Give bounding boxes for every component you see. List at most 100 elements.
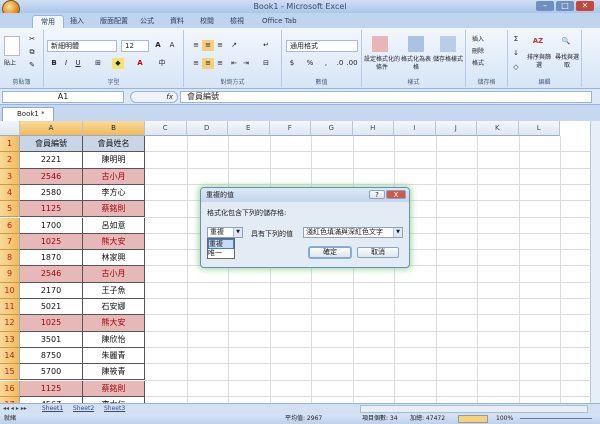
italic-icon[interactable]: I bbox=[60, 58, 72, 69]
cell-member-id[interactable]: 1870 bbox=[20, 250, 83, 267]
cancel-button[interactable]: 取消 bbox=[357, 247, 399, 258]
cell-member-id[interactable]: 5021 bbox=[20, 299, 83, 316]
cell-member-name[interactable]: 古小月 bbox=[83, 168, 145, 185]
font-size-select[interactable]: 12 bbox=[121, 40, 149, 52]
comma-icon[interactable]: , bbox=[320, 58, 332, 69]
sort-filter-button[interactable]: 排序與篩選 bbox=[526, 54, 552, 70]
find-select-button[interactable]: 尋找與選取 bbox=[554, 54, 580, 70]
ok-button[interactable]: 確定 bbox=[309, 247, 351, 258]
formula-input[interactable]: 會員編號 bbox=[180, 91, 592, 103]
tab-1[interactable]: 插入 bbox=[62, 15, 92, 28]
workbook-tab[interactable]: Book1 * bbox=[2, 107, 54, 121]
insert-button[interactable]: 插入 bbox=[472, 36, 484, 44]
sheet-nav-arrows[interactable]: ◂◂ ◂ ▸ ▸▸ bbox=[3, 404, 27, 414]
align-center-icon[interactable]: ≡ bbox=[202, 58, 214, 69]
row-header[interactable]: 16 bbox=[0, 380, 20, 397]
cell-member-name[interactable]: 李方心 bbox=[83, 184, 145, 202]
cell-member-name[interactable]: 呂如意 bbox=[83, 217, 145, 234]
tab-6[interactable]: 檢視 bbox=[222, 15, 252, 28]
cell-member-name[interactable]: 蔡銘則 bbox=[83, 201, 145, 218]
cell-member-id[interactable]: 1025 bbox=[20, 315, 83, 332]
row-header[interactable]: 2 bbox=[0, 152, 20, 169]
cell-member-name[interactable]: 陳明明 bbox=[83, 152, 145, 169]
row-header[interactable]: 10 bbox=[0, 282, 20, 299]
chevron-down-icon[interactable]: ▼ bbox=[393, 228, 402, 237]
row-header[interactable]: 1 bbox=[0, 136, 20, 153]
cell-member-id[interactable]: 2221 bbox=[20, 152, 83, 169]
tab-5[interactable]: 校閱 bbox=[192, 15, 222, 28]
currency-icon[interactable]: $ bbox=[286, 58, 298, 69]
cell-member-name[interactable]: 朱麗青 bbox=[83, 347, 145, 365]
row-header[interactable]: 13 bbox=[0, 331, 20, 348]
cell-member-name[interactable]: 熊大安 bbox=[83, 233, 145, 251]
row-header[interactable]: 5 bbox=[0, 201, 20, 218]
border-icon[interactable]: ⊞ bbox=[92, 58, 104, 69]
row-header[interactable]: 12 bbox=[0, 315, 20, 332]
cell-member-name[interactable]: 陳筱青 bbox=[83, 364, 145, 381]
copy-icon[interactable]: ⧉ bbox=[26, 47, 38, 58]
decrease-decimal-icon[interactable]: .00 bbox=[346, 58, 358, 69]
cell-member-name[interactable]: 王子魚 bbox=[83, 282, 145, 299]
phonetic-icon[interactable]: 中 bbox=[156, 58, 168, 69]
view-buttons[interactable] bbox=[458, 415, 488, 423]
column-header-H[interactable]: H bbox=[352, 121, 394, 136]
horizontal-scrollbar[interactable] bbox=[360, 405, 588, 413]
row-header[interactable]: 3 bbox=[0, 168, 20, 185]
autosum-icon[interactable]: Σ bbox=[510, 34, 522, 45]
cell-member-name[interactable]: 林家興 bbox=[83, 250, 145, 267]
row-header[interactable]: 7 bbox=[0, 233, 20, 251]
insert-function-button[interactable]: fx bbox=[130, 91, 178, 103]
font-color-icon[interactable]: A bbox=[134, 58, 146, 69]
column-header-A[interactable]: A bbox=[20, 121, 83, 136]
percent-icon[interactable]: % bbox=[304, 58, 316, 69]
format-button[interactable]: 格式 bbox=[472, 60, 484, 68]
row-header[interactable]: 14 bbox=[0, 347, 20, 365]
column-header-J[interactable]: J bbox=[435, 121, 477, 136]
help-button[interactable]: ? bbox=[369, 190, 385, 199]
row-header[interactable]: 15 bbox=[0, 364, 20, 381]
cell-member-name[interactable]: 石安娜 bbox=[83, 299, 145, 316]
minimize-button[interactable]: – bbox=[536, 1, 554, 11]
cell-member-id[interactable]: 會員編號 bbox=[20, 136, 83, 153]
cell-member-id[interactable]: 2170 bbox=[20, 282, 83, 299]
bold-icon[interactable]: B bbox=[48, 58, 60, 69]
format-as-table-button[interactable]: 格式化為表格 bbox=[400, 56, 432, 72]
column-header-G[interactable]: G bbox=[311, 121, 353, 136]
cell-member-id[interactable]: 1025 bbox=[20, 233, 83, 251]
conditional-format-button[interactable]: 設定格式化的條件 bbox=[364, 56, 400, 72]
shrink-font-icon[interactable]: A bbox=[166, 40, 178, 51]
cell-member-id[interactable]: 2546 bbox=[20, 168, 83, 185]
select-all-corner[interactable] bbox=[0, 121, 20, 136]
name-box[interactable]: A1 bbox=[2, 91, 124, 103]
wrap-text-icon[interactable]: ↵ bbox=[260, 40, 272, 51]
row-header[interactable]: 6 bbox=[0, 217, 20, 234]
cell-member-id[interactable]: 2580 bbox=[20, 184, 83, 202]
cell-member-id[interactable]: 1125 bbox=[20, 201, 83, 218]
row-header[interactable]: 8 bbox=[0, 250, 20, 267]
vertical-scrollbar[interactable] bbox=[590, 121, 600, 403]
sheet-tab-2[interactable]: Sheet2 bbox=[73, 404, 94, 414]
cell-member-id[interactable]: 2546 bbox=[20, 266, 83, 283]
cell-member-id[interactable]: 3501 bbox=[20, 331, 83, 348]
underline-icon[interactable]: U bbox=[72, 58, 84, 69]
column-header-F[interactable]: F bbox=[269, 121, 311, 136]
cell-member-name[interactable]: 蔡銘則 bbox=[83, 380, 145, 397]
merge-center-icon[interactable]: ⊟ bbox=[260, 58, 272, 69]
column-header-C[interactable]: C bbox=[145, 121, 187, 136]
delete-button[interactable]: 刪除 bbox=[472, 48, 484, 56]
close-button[interactable]: ✕ bbox=[576, 1, 594, 11]
cell-member-name[interactable]: 古小月 bbox=[83, 266, 145, 283]
option-duplicate[interactable]: 重複 bbox=[208, 239, 234, 249]
cell-styles-button[interactable]: 儲存格樣式 bbox=[432, 56, 464, 64]
align-bottom-icon[interactable]: ≡ bbox=[214, 40, 226, 51]
tab-0[interactable]: 常用 bbox=[32, 15, 64, 28]
cell-member-id[interactable]: 8750 bbox=[20, 347, 83, 365]
increase-indent-icon[interactable]: ⇥ bbox=[240, 58, 252, 69]
column-header-K[interactable]: K bbox=[477, 121, 519, 136]
tab-2[interactable]: 版面配置 bbox=[92, 15, 136, 28]
dialog-close-button[interactable]: X bbox=[386, 190, 406, 199]
increase-decimal-icon[interactable]: .0 bbox=[334, 58, 346, 69]
cell-member-id[interactable]: 1700 bbox=[20, 217, 83, 234]
row-header[interactable]: 9 bbox=[0, 266, 20, 283]
rule-type-select[interactable]: 重複 ▼ bbox=[207, 227, 243, 238]
